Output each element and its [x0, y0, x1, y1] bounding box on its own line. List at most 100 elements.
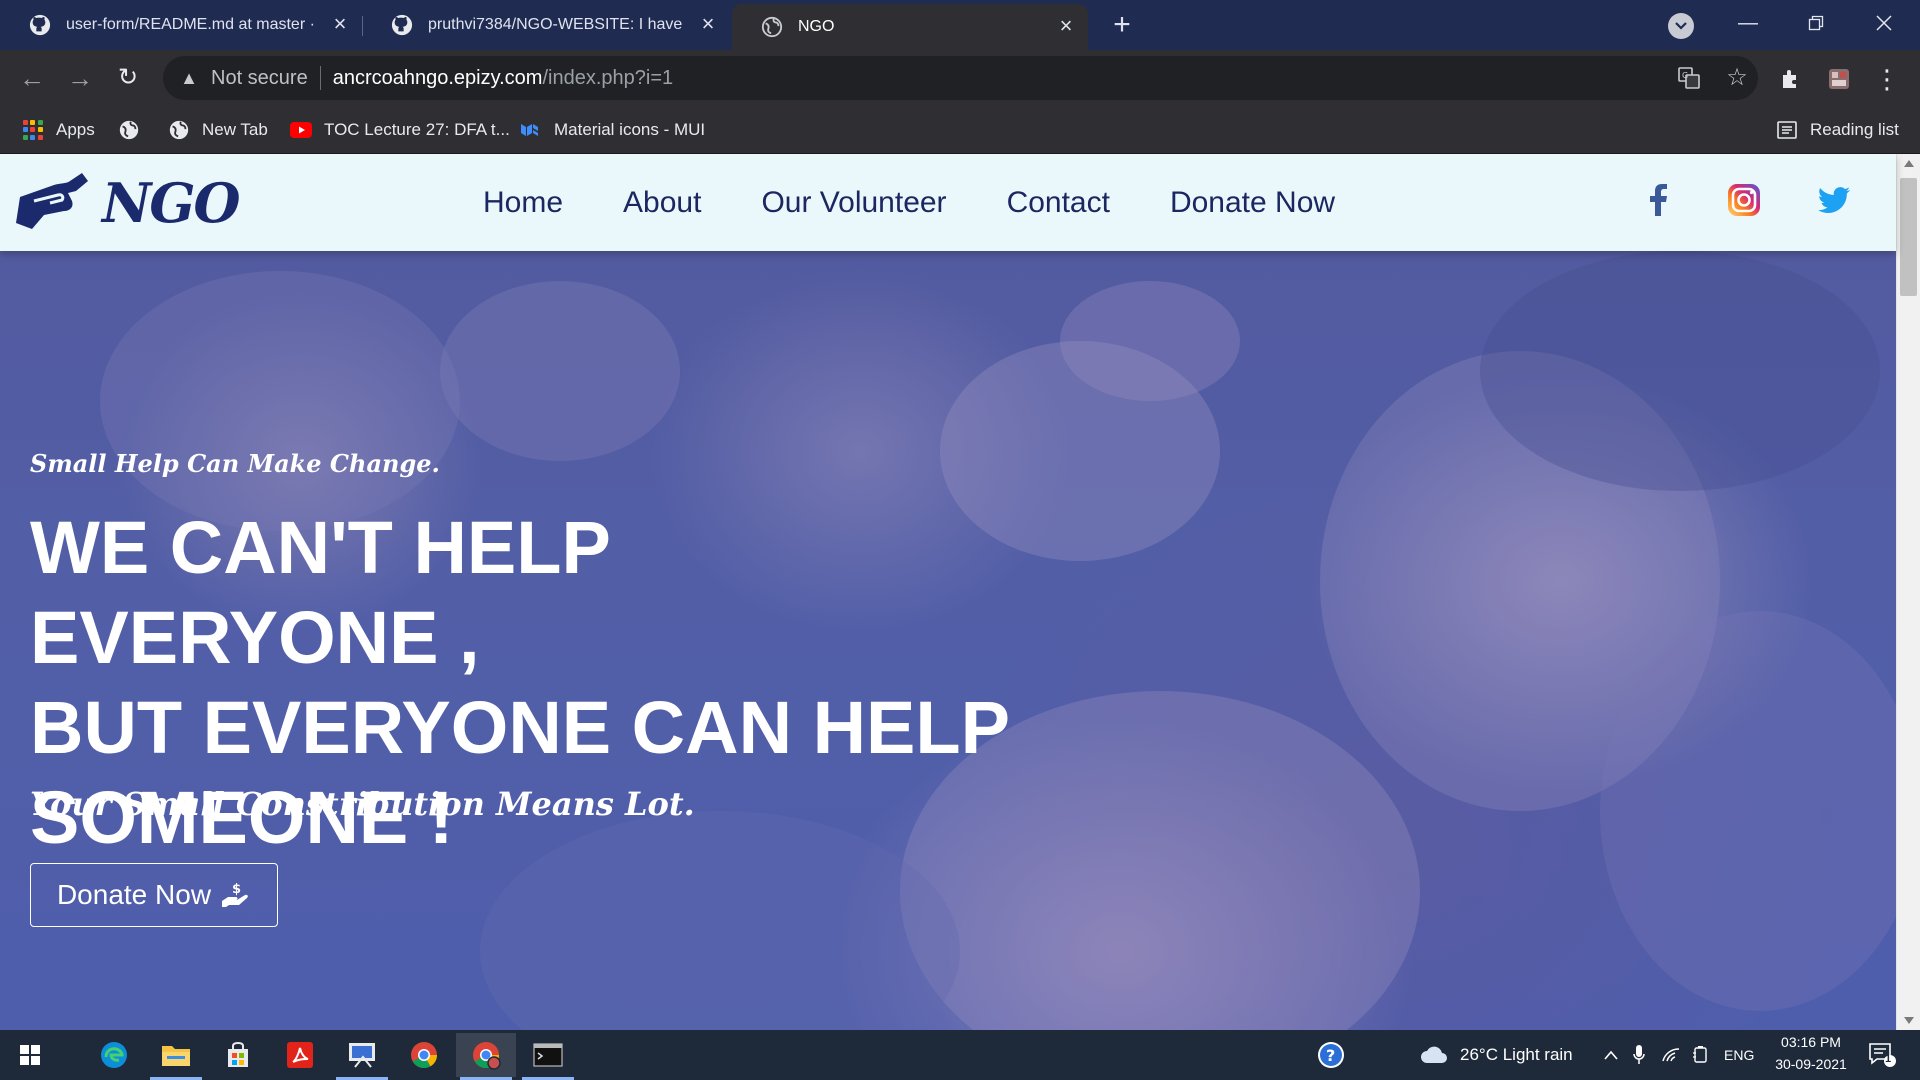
bookmark-star-icon[interactable]: ☆: [1723, 64, 1751, 92]
tab-title: NGO: [798, 18, 835, 35]
tab-readme[interactable]: user-form/README.md at master · p ×: [0, 0, 362, 50]
edge-icon[interactable]: [84, 1033, 144, 1077]
main-nav: Home About Our Volunteer Contact Donate …: [483, 154, 1395, 251]
svg-text:$: $: [232, 882, 241, 897]
reading-list-icon: [1776, 119, 1798, 141]
url-path[interactable]: /index.php?i=1: [542, 67, 673, 90]
address-separator: [319, 66, 321, 90]
github-icon: [390, 13, 414, 37]
clock-time[interactable]: 03:16 PM: [1776, 1034, 1846, 1050]
page-viewport: NGO Home About Our Volunteer Contact Don…: [0, 154, 1920, 1030]
hero-sub-tagline: Your Small Constribution Means Lot.: [30, 785, 695, 823]
globe-icon: [168, 119, 190, 141]
language-indicator[interactable]: ENG: [1724, 1047, 1754, 1063]
site-navbar: NGO Home About Our Volunteer Contact Don…: [0, 154, 1896, 251]
instagram-icon[interactable]: [1726, 182, 1762, 218]
bookmark-material-icons[interactable]: Material icons - MUI: [520, 116, 705, 144]
minimize-icon[interactable]: —: [1728, 8, 1768, 38]
windows-taskbar: ? 26°C Light rain ENG 03:16 PM 30-09-202…: [0, 1030, 1920, 1080]
svg-text:G: G: [1682, 71, 1688, 80]
acrobat-reader-icon[interactable]: [270, 1033, 330, 1077]
clock-date[interactable]: 30-09-2021: [1768, 1056, 1854, 1072]
scroll-up-icon[interactable]: [1904, 160, 1914, 167]
windows-start-icon[interactable]: [0, 1033, 60, 1077]
github-icon: [28, 13, 52, 37]
terminal-icon[interactable]: [518, 1033, 578, 1080]
tab-search-icon[interactable]: [1668, 13, 1694, 39]
site-logo[interactable]: NGO: [14, 170, 241, 236]
notification-icon[interactable]: [1868, 1042, 1896, 1068]
tab-ngo-active[interactable]: NGO ×: [732, 4, 1088, 50]
microphone-icon[interactable]: [1628, 1044, 1650, 1066]
reload-icon[interactable]: ↻: [112, 62, 144, 94]
notification-count: 1: [1885, 1053, 1892, 1065]
bookmark-label: New Tab: [202, 120, 268, 139]
donate-now-button[interactable]: Donate Now $: [30, 863, 278, 927]
translate-icon[interactable]: G: [1675, 64, 1703, 92]
hand-holding-dollar-icon: $: [221, 881, 251, 909]
globe-icon: [760, 15, 784, 39]
close-icon[interactable]: ×: [696, 13, 720, 37]
file-explorer-icon[interactable]: [146, 1033, 206, 1080]
globe-icon: [118, 119, 140, 141]
twitter-icon[interactable]: [1816, 182, 1852, 218]
microsoft-store-icon[interactable]: [208, 1033, 268, 1077]
chrome-profile-icon[interactable]: [456, 1033, 516, 1080]
extensions-icon[interactable]: [1776, 64, 1806, 94]
nav-our-volunteer[interactable]: Our Volunteer: [761, 186, 946, 220]
reading-list[interactable]: Reading list: [1776, 116, 1899, 144]
bookmarks-bar: Apps New Tab TOC Lecture 27: DFA t... Ma…: [0, 106, 1920, 154]
tab-title: user-form/README.md at master · p: [66, 16, 318, 33]
nav-about[interactable]: About: [623, 186, 701, 220]
snipping-tool-icon[interactable]: [332, 1033, 392, 1080]
weather-text[interactable]: 26°C Light rain: [1460, 1045, 1573, 1065]
close-icon[interactable]: ×: [1054, 15, 1078, 39]
address-bar[interactable]: ▲ Not secure ancrcoahngo.epizy.com/index…: [163, 56, 1758, 100]
hero-tagline: Small Help Can Make Change.: [30, 449, 440, 478]
youtube-icon: [290, 119, 312, 141]
nav-donate-now[interactable]: Donate Now: [1170, 186, 1335, 220]
tab-strip: user-form/README.md at master · p × prut…: [0, 0, 1920, 50]
bookmark-label: Apps: [56, 120, 95, 139]
facebook-icon[interactable]: [1640, 182, 1676, 218]
wifi-icon[interactable]: [1660, 1044, 1682, 1066]
help-icon[interactable]: ?: [1316, 1040, 1346, 1070]
apps-grid-icon: [22, 119, 44, 141]
new-tab-button[interactable]: +: [1104, 10, 1140, 42]
scroll-thumb[interactable]: [1900, 178, 1917, 296]
restore-icon[interactable]: [1796, 8, 1836, 38]
bookmark-label: TOC Lecture 27: DFA t...: [324, 120, 510, 139]
close-icon[interactable]: ×: [328, 13, 352, 37]
forward-icon[interactable]: →: [64, 62, 96, 94]
page-scrollbar[interactable]: [1896, 154, 1920, 1030]
tab-ngo-website-repo[interactable]: pruthvi7384/NGO-WEBSITE: I have c ×: [362, 0, 730, 50]
browser-toolbar: ← → ↻ ▲ Not secure ancrcoahngo.epizy.com…: [0, 50, 1920, 106]
weather-cloud-icon[interactable]: [1420, 1044, 1448, 1066]
chevron-up-icon[interactable]: [1600, 1044, 1622, 1066]
tab-title: pruthvi7384/NGO-WEBSITE: I have c: [428, 16, 686, 33]
bookmark-apps[interactable]: Apps: [22, 116, 95, 144]
mui-icon: [520, 119, 542, 141]
scroll-down-icon[interactable]: [1904, 1017, 1914, 1024]
nav-home[interactable]: Home: [483, 186, 563, 220]
headline-line: WE CAN'T HELP EVERYONE ,: [30, 506, 610, 679]
security-label[interactable]: Not secure: [211, 67, 308, 90]
bookmark-new-tab[interactable]: New Tab: [168, 116, 268, 144]
warning-icon[interactable]: ▲: [177, 68, 201, 89]
svg-text:?: ?: [1326, 1046, 1335, 1065]
nav-contact[interactable]: Contact: [1007, 186, 1110, 220]
battery-icon[interactable]: [1690, 1044, 1712, 1066]
close-window-icon[interactable]: [1864, 8, 1904, 38]
chrome-icon[interactable]: [394, 1033, 454, 1077]
back-icon[interactable]: ←: [16, 62, 48, 94]
url-host[interactable]: ancrcoahngo.epizy.com: [333, 67, 543, 90]
hero-section: Small Help Can Make Change. WE CAN'T HEL…: [0, 251, 1896, 1030]
helping-hand-logo-icon: [16, 173, 88, 229]
donate-button-label: Donate Now: [56, 879, 212, 910]
menu-kebab-icon[interactable]: ⋮: [1872, 64, 1902, 94]
reading-list-label: Reading list: [1810, 120, 1899, 139]
bookmark-toc-lecture[interactable]: TOC Lecture 27: DFA t...: [290, 116, 510, 144]
headline-line: BUT EVERYONE CAN HELP: [30, 686, 1010, 769]
bookmark-globe[interactable]: [118, 116, 152, 144]
profile-avatar[interactable]: [1824, 64, 1854, 94]
